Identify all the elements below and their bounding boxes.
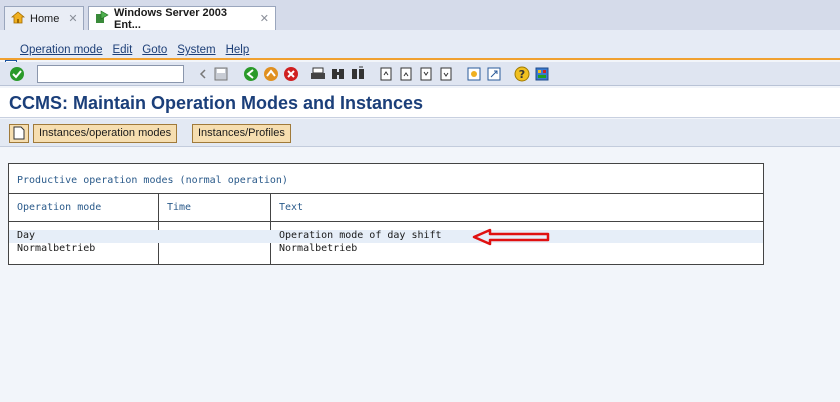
print-icon[interactable]: [310, 66, 326, 82]
menu-help[interactable]: Help: [226, 44, 250, 56]
close-icon[interactable]: ✕: [260, 12, 269, 25]
exit-icon[interactable]: [263, 66, 279, 82]
instances-profiles-button[interactable]: Instances/Profiles: [192, 124, 291, 143]
column-header-text[interactable]: Text: [271, 194, 763, 222]
tab-home-label: Home: [30, 12, 60, 25]
title-bar: CCMS: Maintain Operation Modes and Insta…: [0, 88, 840, 118]
find-next-icon[interactable]: [350, 66, 366, 82]
close-icon[interactable]: ✕: [68, 12, 77, 25]
column-header-time[interactable]: Time: [159, 194, 271, 222]
command-field[interactable]: [37, 65, 184, 83]
tab-server[interactable]: Windows Server 2003 Ent... ✕: [88, 6, 276, 31]
annotation-arrow-icon: [472, 228, 552, 249]
shortcut-icon[interactable]: [486, 66, 502, 82]
menu-operation-mode[interactable]: Operation mode: [20, 44, 102, 56]
new-session-icon[interactable]: [466, 66, 482, 82]
enter-icon[interactable]: [9, 66, 25, 82]
server-icon: [95, 10, 109, 27]
save-icon[interactable]: [213, 66, 229, 82]
prev-icon[interactable]: [198, 66, 208, 82]
cell-text: Normalbetrieb: [279, 243, 358, 254]
page-title: CCMS: Maintain Operation Modes and Insta…: [9, 93, 424, 113]
application-toolbar: Instances/operation modes Instances/Prof…: [0, 119, 840, 147]
find-icon[interactable]: [330, 66, 346, 82]
browser-tab-bar: Home ✕ Windows Server 2003 Ent... ✕: [0, 0, 840, 31]
layout-icon[interactable]: [534, 66, 550, 82]
operation-modes-table: Productive operation modes (normal opera…: [8, 163, 764, 265]
table-title: Productive operation modes (normal opera…: [9, 164, 763, 194]
table-row[interactable]: Day Operation mode of day shift: [9, 230, 763, 243]
cell-mode: Day: [17, 230, 36, 241]
menu-goto[interactable]: Goto: [142, 44, 167, 56]
menu-edit[interactable]: Edit: [112, 44, 132, 56]
create-button[interactable]: [9, 124, 29, 143]
create-icon: [13, 126, 25, 140]
instances-operation-modes-button[interactable]: Instances/operation modes: [33, 124, 178, 143]
column-header-operation-mode[interactable]: Operation mode: [9, 194, 159, 222]
cell-text: Operation mode of day shift: [279, 230, 442, 241]
cell-mode: Normalbetrieb: [17, 243, 96, 254]
back-icon[interactable]: [243, 66, 259, 82]
next-page-icon[interactable]: [418, 66, 434, 82]
home-icon: [10, 10, 26, 27]
svg-text:?: ?: [519, 68, 525, 81]
tab-server-label: Windows Server 2003 Ent...: [114, 6, 228, 31]
help-icon[interactable]: ?: [514, 66, 530, 82]
table-row[interactable]: Normalbetrieb Normalbetrieb: [9, 243, 763, 256]
first-page-icon[interactable]: [378, 66, 394, 82]
cancel-icon[interactable]: [283, 66, 299, 82]
last-page-icon[interactable]: [438, 66, 454, 82]
tab-home[interactable]: Home ✕: [4, 6, 84, 30]
menu-system[interactable]: System: [177, 44, 215, 56]
menu-bar: Operation mode Edit Goto System Help: [0, 30, 840, 71]
prev-page-icon[interactable]: [398, 66, 414, 82]
